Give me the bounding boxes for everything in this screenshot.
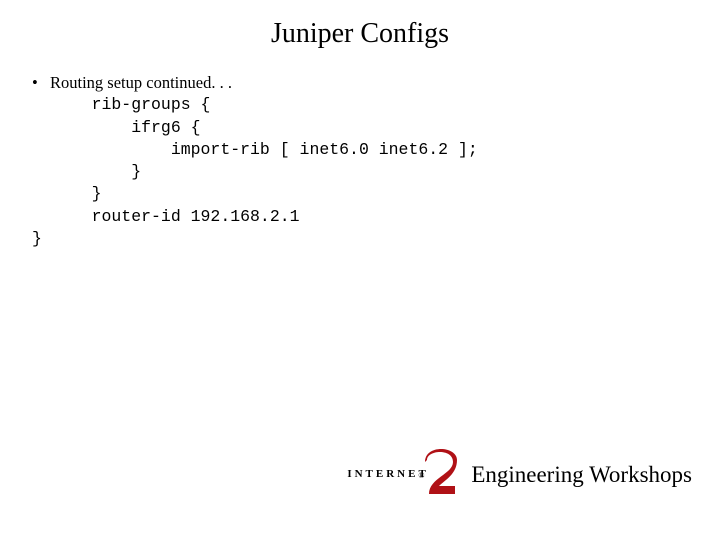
slide-title: Juniper Configs (30, 18, 690, 50)
slide: Juniper Configs Routing setup continued.… (0, 0, 720, 540)
code-line: import-rib [ inet6.0 inet6.2 ]; (30, 139, 690, 161)
code-line: router-id 192.168.2.1 (30, 206, 690, 228)
bullet-list: Routing setup continued. . . (30, 72, 690, 94)
code-close-brace: } (30, 228, 690, 250)
code-line: rib-groups { (30, 94, 690, 116)
code-line: } (30, 183, 690, 205)
logo-numeral-icon (423, 446, 459, 502)
logo-wordmark: INTERNET (347, 468, 428, 480)
code-line: } (30, 161, 690, 183)
slide-footer: INTERNET ® Engineering Workshops (347, 452, 692, 498)
internet2-logo-icon: INTERNET ® (347, 452, 457, 498)
bullet-item: Routing setup continued. . . (30, 72, 690, 94)
bullet-lead-text: Routing setup continued. . . (50, 73, 232, 92)
code-line: ifrg6 { (30, 117, 690, 139)
footer-text: Engineering Workshops (471, 462, 692, 488)
slide-body: Routing setup continued. . . rib-groups … (30, 72, 690, 250)
